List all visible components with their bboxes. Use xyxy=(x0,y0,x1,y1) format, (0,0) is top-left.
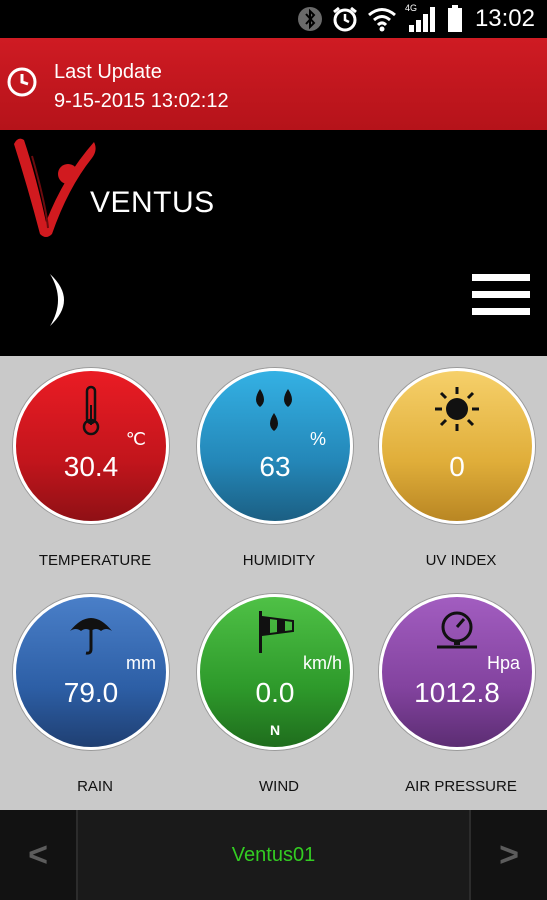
temperature-value: 30.4 xyxy=(63,451,119,482)
signal-icon: 4G xyxy=(405,3,439,33)
air-pressure-tile[interactable]: Hpa 1012.8 AIR PRESSURE xyxy=(376,594,546,804)
last-update-timestamp: 9-15-2015 13:02:12 xyxy=(54,90,229,112)
status-icons: 4G 13:02 xyxy=(297,3,535,34)
last-update-bar: Last Update 9-15-2015 13:02:12 xyxy=(0,38,547,130)
umbrella-icon xyxy=(70,618,112,655)
rain-tile[interactable]: mm 79.0 RAIN xyxy=(10,594,180,804)
temperature-circle: ℃ 30.4 xyxy=(13,368,169,524)
chevron-right-icon: > xyxy=(499,836,519,874)
alarm-icon xyxy=(333,6,357,32)
humidity-tile[interactable]: % 63 HUMIDITY xyxy=(194,368,364,578)
air-pressure-unit: Hpa xyxy=(486,653,520,673)
wind-tile[interactable]: km/h 0.0 N WIND xyxy=(194,594,364,804)
last-update-text: Last Update 9-15-2015 13:02:12 xyxy=(54,58,229,116)
moon-icon xyxy=(50,274,64,326)
sun-icon xyxy=(435,387,479,431)
battery-icon xyxy=(447,5,462,32)
gauge-icon xyxy=(437,611,477,649)
uv-index-tile[interactable]: 0 UV INDEX xyxy=(376,368,546,578)
rain-label: RAIN xyxy=(77,778,113,795)
dashboard-grid: ℃ 30.4 TEMPERATURE % 63 HUMIDITY 0 UV IN… xyxy=(0,356,547,810)
wind-value: 0.0 xyxy=(255,677,295,708)
air-pressure-label: AIR PRESSURE xyxy=(405,778,517,795)
station-name: Ventus01 xyxy=(231,844,316,866)
station-nav-bar: < Ventus01 > xyxy=(0,810,547,900)
rain-unit: mm xyxy=(126,653,156,673)
app-root: 4G 13:02 Last Update 9-15-2015 13:02:12 … xyxy=(0,0,547,900)
wind-circle: km/h 0.0 N xyxy=(197,594,353,750)
wifi-icon xyxy=(367,8,396,32)
water-drops-icon xyxy=(256,389,292,431)
temperature-label: TEMPERATURE xyxy=(38,552,152,569)
uv-index-circle: 0 xyxy=(379,368,535,524)
chevron-left-icon: < xyxy=(28,836,48,874)
rain-value: 79.0 xyxy=(63,677,119,708)
next-station-button[interactable]: > xyxy=(469,810,547,900)
uv-index-label: UV INDEX xyxy=(425,552,497,569)
thermometer-icon xyxy=(82,385,100,436)
ventus-logo-icon xyxy=(14,138,96,237)
status-bar: 4G 13:02 xyxy=(0,0,547,38)
temperature-tile[interactable]: ℃ 30.4 TEMPERATURE xyxy=(10,368,180,578)
hamburger-menu-icon[interactable] xyxy=(472,274,532,316)
windsock-icon xyxy=(259,611,294,653)
uv-index-value: 0 xyxy=(449,451,465,482)
wind-label: WIND xyxy=(259,778,299,795)
humidity-circle: % 63 xyxy=(197,368,353,524)
status-time: 13:02 xyxy=(474,5,535,32)
air-pressure-circle: Hpa 1012.8 xyxy=(379,594,535,750)
bluetooth-icon xyxy=(297,7,322,31)
wind-direction: N xyxy=(269,722,281,738)
temperature-unit: ℃ xyxy=(125,429,146,449)
brand-name: VENTUS xyxy=(90,186,215,219)
clock-icon xyxy=(7,67,37,97)
rain-circle: mm 79.0 xyxy=(13,594,169,750)
last-update-label: Last Update xyxy=(54,61,162,83)
wind-unit: km/h xyxy=(302,653,342,673)
humidity-value: 63 xyxy=(259,451,291,482)
humidity-unit: % xyxy=(309,429,326,449)
header: VENTUS xyxy=(0,130,547,356)
previous-station-button[interactable]: < xyxy=(0,810,78,900)
humidity-label: HUMIDITY xyxy=(242,552,316,569)
air-pressure-value: 1012.8 xyxy=(414,677,500,708)
